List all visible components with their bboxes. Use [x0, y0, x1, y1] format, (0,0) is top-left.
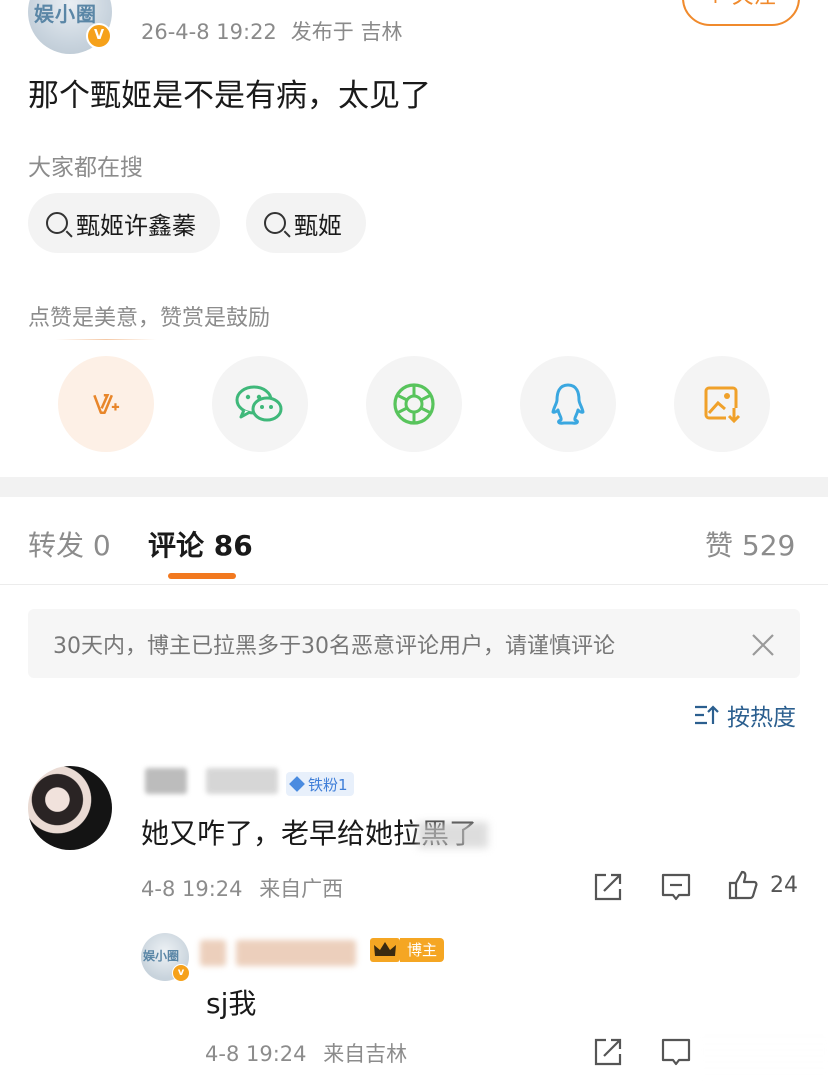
active-tab-indicator	[168, 573, 236, 579]
bottom-fade-overlay	[700, 1034, 828, 1083]
section-divider	[0, 477, 828, 497]
owner-badge-label: 博主	[400, 938, 445, 962]
reply-text: sj我	[206, 987, 257, 1020]
reply-author-name-redacted[interactable]	[200, 940, 226, 966]
reward-button[interactable]	[58, 356, 154, 452]
tab-repost[interactable]: 转发 0	[28, 524, 111, 564]
share-wechat-button[interactable]	[212, 356, 308, 452]
tab-divider	[0, 584, 828, 585]
save-image-icon	[704, 386, 742, 424]
post-location: 发布于 吉林	[290, 20, 403, 44]
share-moments-button[interactable]	[366, 356, 462, 452]
save-image-button[interactable]	[674, 356, 770, 452]
comment-icon[interactable]	[660, 1036, 692, 1068]
sort-label: 按热度	[727, 705, 796, 731]
search-chip-label: 甄姬许鑫蓁	[76, 211, 196, 240]
search-chip[interactable]: 甄姬	[246, 193, 366, 253]
follow-button[interactable]: + 关注	[682, 0, 800, 26]
comment-time: 4-8 19:24	[141, 877, 243, 901]
commenter-name-redacted[interactable]	[206, 768, 278, 794]
share-icon[interactable]	[592, 871, 624, 903]
avatar-logo-text: 娱小圈	[34, 2, 97, 26]
reward-text: 点赞是美意，赞赏是鼓励	[28, 306, 271, 331]
post-text: 那个甄姬是不是有病，太见了	[28, 78, 431, 114]
fan-level-badge: 铁粉1	[286, 772, 354, 796]
diamond-icon	[289, 776, 305, 792]
like-icon[interactable]	[727, 869, 759, 901]
sort-button[interactable]: 按热度	[693, 698, 796, 732]
avatar-logo-text: 娱小圈	[143, 949, 180, 963]
fan-badge-label: 铁粉1	[308, 775, 348, 794]
close-icon[interactable]	[748, 630, 778, 660]
sort-icon	[695, 705, 719, 725]
post-time: 26-4-8 19:22	[141, 20, 277, 44]
comment-meta: 4-8 19:24 来自广西	[141, 873, 343, 903]
share-icon[interactable]	[592, 1036, 624, 1068]
commenter-avatar[interactable]	[28, 766, 112, 850]
moments-icon	[393, 383, 435, 425]
verified-badge-icon: v	[172, 964, 190, 982]
comment-location: 来自广西	[259, 877, 344, 901]
reply-time: 4-8 19:24	[205, 1042, 307, 1066]
crown-icon	[370, 938, 400, 962]
search-chip[interactable]: 甄姬许鑫蓁	[28, 193, 220, 253]
tab-comments[interactable]: 评论 86	[148, 524, 253, 564]
reward-divider	[56, 339, 156, 340]
blacklist-notice: 30天内，博主已拉黑多于30名恶意评论用户，请谨慎评论	[28, 609, 800, 678]
weibo-reward-icon	[93, 394, 120, 414]
comment-icon[interactable]	[660, 871, 692, 903]
post-meta: 26-4-8 19:22 发布于 吉林	[141, 16, 402, 46]
like-count: 24	[770, 873, 798, 898]
wechat-icon	[235, 385, 283, 422]
qq-icon	[551, 383, 585, 425]
tab-likes[interactable]: 赞 529	[705, 524, 795, 564]
search-icon	[264, 212, 286, 234]
share-qq-button[interactable]	[520, 356, 616, 452]
reply-location: 来自吉林	[323, 1042, 408, 1066]
verified-badge-icon: V	[86, 23, 112, 49]
commenter-name-redacted[interactable]	[145, 768, 187, 794]
comment-text-redaction	[418, 822, 488, 848]
search-chip-label: 甄姬	[294, 211, 342, 240]
search-icon	[46, 212, 68, 234]
notice-text: 30天内，博主已拉黑多于30名恶意评论用户，请谨慎评论	[53, 633, 615, 659]
trending-search-title: 大家都在搜	[28, 155, 143, 181]
reply-author-name-redacted[interactable]	[236, 940, 356, 966]
owner-badge: 博主	[370, 937, 445, 963]
reply-meta: 4-8 19:24 来自吉林	[205, 1038, 407, 1068]
